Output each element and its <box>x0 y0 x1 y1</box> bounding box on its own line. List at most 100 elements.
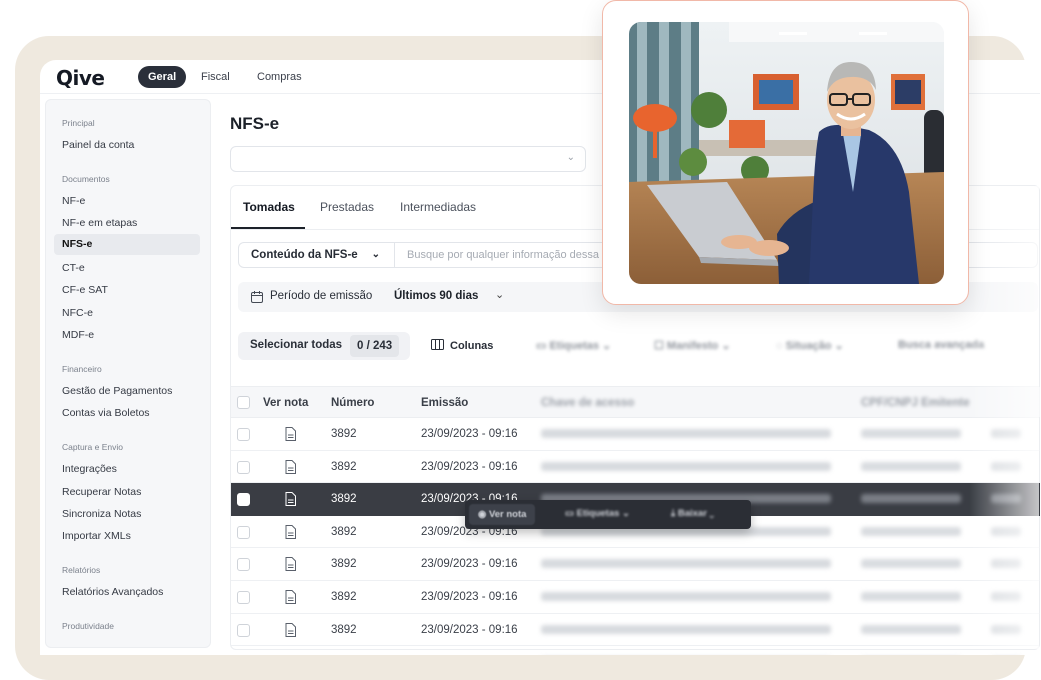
cell-emitente-blurred <box>861 624 961 634</box>
sidebar-heading-captura: Captura e Envio <box>62 442 123 452</box>
sidebar-item-cfe-sat[interactable]: CF-e SAT <box>62 284 108 296</box>
cell-emitente-blurred <box>861 559 961 569</box>
tab-compras[interactable]: Compras <box>257 66 302 88</box>
manifest-label: Manifesto <box>666 340 719 352</box>
col-ver-nota: Ver nota <box>263 397 309 409</box>
fade-overlay <box>969 186 1039 649</box>
calendar-icon <box>251 291 263 303</box>
sidebar-heading-financeiro: Financeiro <box>62 364 102 374</box>
sidebar-item-integracoes[interactable]: Integrações <box>62 463 117 475</box>
view-note-action[interactable]: ◉ Ver nota <box>469 504 536 525</box>
cell-chave-blurred <box>541 429 831 438</box>
sidebar-item-cte[interactable]: CT-e <box>62 262 85 274</box>
photo-card <box>602 0 969 305</box>
row-checkbox[interactable] <box>237 623 250 637</box>
cell-numero: 3892 <box>331 525 357 538</box>
select-all-button[interactable]: Selecionar todas 0 / 243 <box>238 332 410 360</box>
table-row[interactable]: 389223/09/2023 - 09:16 <box>231 614 1040 647</box>
document-icon[interactable] <box>285 524 296 539</box>
chevron-down-icon: ⌄ <box>566 152 575 163</box>
page-title: NFS-e <box>230 114 280 133</box>
search-input[interactable]: Busque por qualquer informação dessa not… <box>407 249 623 261</box>
cell-emitente-blurred <box>861 461 961 471</box>
row-checkbox[interactable] <box>237 591 250 604</box>
col-emitente[interactable]: CPF/CNPJ Emitente <box>861 397 970 409</box>
sidebar-item-nfse[interactable]: NFS-e <box>54 234 200 255</box>
columns-button[interactable]: Colunas <box>431 339 493 352</box>
sidebar-item-nfe[interactable]: NF-e <box>62 195 85 207</box>
sidebar-item-mdfe[interactable]: MDF-e <box>62 329 94 341</box>
table-row[interactable]: 3892 23/09/2023 - 09:16 <box>231 451 1040 484</box>
sidebar-item-sincroniza[interactable]: Sincroniza Notas <box>62 508 141 520</box>
col-chave[interactable]: Chave de acesso <box>541 397 634 409</box>
cell-emissao: 23/09/2023 - 09:16 <box>421 428 518 440</box>
sidebar-item-recuperar[interactable]: Recuperar Notas <box>62 486 141 498</box>
view-note-label: Ver nota <box>488 509 527 520</box>
table-row[interactable]: 389223/09/2023 - 09:16 <box>231 548 1040 581</box>
select-all-label: Selecionar todas <box>250 339 343 351</box>
manifest-button[interactable]: ☐ Manifesto ⌄ <box>654 339 731 352</box>
cell-chave-blurred <box>541 559 831 569</box>
tab-tomadas[interactable]: Tomadas <box>243 200 295 214</box>
col-numero[interactable]: Número <box>331 397 374 409</box>
sidebar-item-boletos[interactable]: Contas via Boletos <box>62 407 150 419</box>
cell-numero: 3892 <box>331 428 357 440</box>
period-label: Período de emissão <box>270 290 373 302</box>
cell-emissao: 23/09/2023 - 09:16 <box>421 591 518 603</box>
cell-emitente-blurred <box>861 526 961 536</box>
columns-icon <box>431 339 444 350</box>
cell-chave-blurred <box>541 461 831 471</box>
tab-fiscal[interactable]: Fiscal <box>201 66 230 88</box>
row-checkbox[interactable] <box>237 493 250 507</box>
sidebar-heading-produtividade: Produtividade <box>62 621 114 631</box>
company-select[interactable]: ⌄ <box>230 146 586 172</box>
table-row[interactable]: 3892 23/09/2023 - 09:16 <box>231 418 1040 451</box>
chevron-down-icon: ⌄ <box>495 289 505 301</box>
cell-numero: 3892 <box>331 623 357 636</box>
cell-emitente-blurred <box>861 429 961 438</box>
cell-emitente-blurred <box>861 592 961 601</box>
tab-prestadas[interactable]: Prestadas <box>320 200 374 214</box>
selection-count: 0 / 243 <box>350 335 400 357</box>
sidebar-item-nfe-etapas[interactable]: NF-e em etapas <box>62 217 137 229</box>
header-checkbox[interactable] <box>237 396 250 409</box>
document-icon[interactable] <box>285 622 296 637</box>
sidebar-item-importar[interactable]: Importar XMLs <box>62 530 131 542</box>
row-checkbox[interactable] <box>237 460 250 474</box>
document-icon[interactable] <box>285 427 296 441</box>
table-toolbar: Selecionar todas 0 / 243 Colunas ▭ Etiqu… <box>238 332 1038 360</box>
document-icon[interactable] <box>285 590 296 604</box>
row-checkbox[interactable] <box>237 525 250 539</box>
document-icon[interactable] <box>285 557 296 572</box>
document-icon[interactable] <box>285 492 296 507</box>
status-button[interactable]: ◌ Situação ⌄ <box>776 339 844 352</box>
cell-numero: 3892 <box>331 460 357 473</box>
search-scope-dropdown[interactable]: Conteúdo da NFS-e ⌄ <box>239 243 395 267</box>
tags-button[interactable]: ▭ Etiquetas ⌄ <box>536 339 611 352</box>
sidebar-item-nfce[interactable]: NFC-e <box>62 307 93 319</box>
row-checkbox[interactable] <box>237 428 250 441</box>
brand-logo: Qive <box>56 66 105 90</box>
row-checkbox[interactable] <box>237 558 250 572</box>
table-row[interactable]: 389223/09/2023 - 09:16 <box>231 646 1040 655</box>
tab-geral[interactable]: Geral <box>138 66 187 88</box>
col-emissao[interactable]: Emissão <box>421 397 468 409</box>
sidebar-item-pagamentos[interactable]: Gestão de Pagamentos <box>62 385 172 397</box>
tags-action-label: Etiquetas <box>576 508 620 519</box>
sidebar-item-relatorios-avancados[interactable]: Relatórios Avançados <box>62 586 163 598</box>
sidebar-item-painel[interactable]: Painel da conta <box>62 139 134 151</box>
document-icon[interactable] <box>285 459 296 474</box>
columns-label: Colunas <box>450 340 494 352</box>
row-action-bar: ◉ Ver nota ▭ Etiquetas ⌄ ⤓ Baixar ⌄ <box>465 500 751 529</box>
sidebar: Principal Painel da conta Documentos NF-… <box>45 99 211 648</box>
sidebar-heading-documentos: Documentos <box>62 174 110 184</box>
cell-emissao: 23/09/2023 - 09:16 <box>421 460 518 473</box>
search-scope-label: Conteúdo da NFS-e <box>251 249 358 261</box>
sidebar-heading-relatorios: Relatórios <box>62 565 101 575</box>
tab-intermediadas[interactable]: Intermediadas <box>400 200 476 214</box>
table-row[interactable]: 389223/09/2023 - 09:16 <box>231 581 1040 614</box>
period-value[interactable]: Últimos 90 dias <box>394 290 478 302</box>
tags-action[interactable]: ▭ Etiquetas ⌄ <box>565 508 630 519</box>
download-action[interactable]: ⤓ Baixar ⌄ <box>671 508 714 519</box>
tags-label: Etiquetas <box>549 340 599 352</box>
